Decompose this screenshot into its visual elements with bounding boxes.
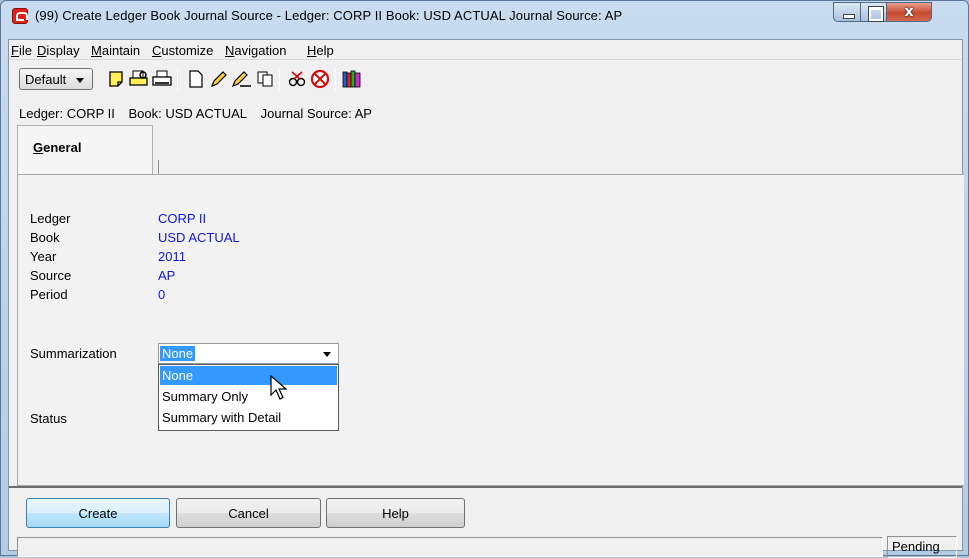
menu-customize-accelerator: C bbox=[152, 43, 162, 58]
summarization-selected-value: None bbox=[160, 346, 196, 361]
profile-dropdown[interactable]: Default bbox=[19, 68, 93, 90]
summarization-option-summary-with-detail[interactable]: Summary with Detail bbox=[160, 408, 337, 427]
context-journal-source: Journal Source: AP bbox=[260, 106, 372, 121]
menu-display-accelerator: D bbox=[37, 43, 47, 58]
tab-general[interactable]: General bbox=[17, 125, 153, 174]
menu-customize-label: ustomize bbox=[161, 43, 214, 58]
toolbar-separator bbox=[279, 70, 280, 90]
book-value: USD ACTUAL bbox=[158, 230, 240, 245]
menu-help[interactable]: Help bbox=[307, 43, 334, 58]
create-button[interactable]: Create bbox=[26, 498, 170, 528]
source-label: Source bbox=[30, 268, 72, 283]
status-message-field bbox=[17, 537, 883, 557]
summarization-select[interactable]: None bbox=[158, 343, 339, 364]
general-panel: Ledger CORP II Book USD ACTUAL Year 2011… bbox=[17, 174, 964, 486]
context-book: Book: USD ACTUAL bbox=[128, 106, 248, 121]
menu-file[interactable]: File bbox=[11, 43, 32, 58]
maximize-button[interactable] bbox=[860, 2, 887, 22]
menu-display-label: isplay bbox=[46, 43, 80, 58]
tab-general-label: General bbox=[33, 140, 81, 155]
period-label: Period bbox=[30, 287, 68, 302]
chevron-down-icon bbox=[76, 78, 84, 83]
status-label: Status bbox=[30, 411, 67, 426]
source-value: AP bbox=[158, 268, 176, 283]
new-document-icon[interactable] bbox=[186, 69, 206, 89]
window-title: (99) Create Ledger Book Journal Source -… bbox=[35, 8, 623, 23]
help-button[interactable]: Help bbox=[326, 498, 465, 528]
copy-icon[interactable] bbox=[255, 69, 275, 89]
context-ledger: Ledger: CORP II bbox=[19, 106, 115, 121]
menu-help-accelerator: H bbox=[307, 43, 317, 58]
tab-edge bbox=[151, 160, 159, 175]
minimize-button[interactable] bbox=[833, 2, 861, 22]
status-state-badge: Pending bbox=[887, 536, 957, 558]
title-bar[interactable]: (99) Create Ledger Book Journal Source -… bbox=[1, 1, 968, 31]
print-icon[interactable] bbox=[152, 69, 172, 89]
delete-icon[interactable] bbox=[310, 69, 330, 89]
toolbar-separator bbox=[335, 70, 336, 90]
summarization-dropdown-list: None Summary Only Summary with Detail bbox=[158, 364, 339, 431]
toolbar: Default bbox=[9, 61, 962, 95]
books-icon[interactable] bbox=[342, 69, 362, 89]
tab-general-text: eneral bbox=[43, 140, 82, 155]
cancel-button[interactable]: Cancel bbox=[176, 498, 321, 528]
menu-display[interactable]: Display bbox=[37, 43, 80, 58]
menu-maintain-accelerator: M bbox=[91, 43, 102, 58]
menu-file-label: ile bbox=[18, 43, 32, 58]
ledger-label: Ledger bbox=[30, 211, 71, 226]
ledger-value: CORP II bbox=[158, 211, 207, 226]
edit-pencil-icon[interactable] bbox=[209, 69, 229, 89]
menu-navigation-label: avigation bbox=[234, 43, 287, 58]
menu-navigation-accelerator: N bbox=[225, 43, 235, 58]
menu-help-label: elp bbox=[316, 43, 334, 58]
summarization-label: Summarization bbox=[30, 346, 117, 361]
menu-maintain-label: aintain bbox=[101, 43, 141, 58]
book-label: Book bbox=[30, 230, 60, 245]
panel-divider bbox=[9, 486, 962, 488]
notes-icon[interactable] bbox=[106, 69, 126, 89]
tab-general-accelerator: G bbox=[33, 140, 44, 155]
edit-document-icon[interactable] bbox=[232, 69, 252, 89]
summarization-option-summary-only[interactable]: Summary Only bbox=[160, 387, 337, 406]
year-label: Year bbox=[30, 249, 57, 264]
toolbar-separator bbox=[177, 70, 178, 90]
dialog-client-area: File Display Maintain Customize Navigati… bbox=[8, 39, 964, 558]
period-value: 0 bbox=[158, 287, 166, 302]
app-logo-icon[interactable] bbox=[12, 8, 28, 24]
context-info: Ledger: CORP II Book: USD ACTUAL Journal… bbox=[19, 106, 382, 121]
chevron-down-icon[interactable] bbox=[323, 352, 331, 357]
application-window: (99) Create Ledger Book Journal Source -… bbox=[0, 0, 969, 558]
close-icon: x bbox=[904, 4, 914, 20]
year-value: 2011 bbox=[158, 249, 186, 264]
profile-dropdown-value: Default bbox=[25, 72, 67, 87]
menu-file-accelerator: F bbox=[11, 43, 19, 58]
summarization-option-none[interactable]: None bbox=[160, 366, 337, 385]
menu-navigation[interactable]: Navigation bbox=[225, 43, 286, 58]
menu-maintain[interactable]: Maintain bbox=[91, 43, 140, 58]
scissors-icon[interactable] bbox=[287, 69, 307, 89]
mouse-pointer-icon bbox=[270, 375, 288, 400]
menu-customize[interactable]: Customize bbox=[152, 43, 213, 58]
print-preview-icon[interactable] bbox=[129, 69, 149, 89]
menu-bar: File Display Maintain Customize Navigati… bbox=[9, 40, 962, 60]
close-button[interactable]: x bbox=[886, 2, 932, 22]
